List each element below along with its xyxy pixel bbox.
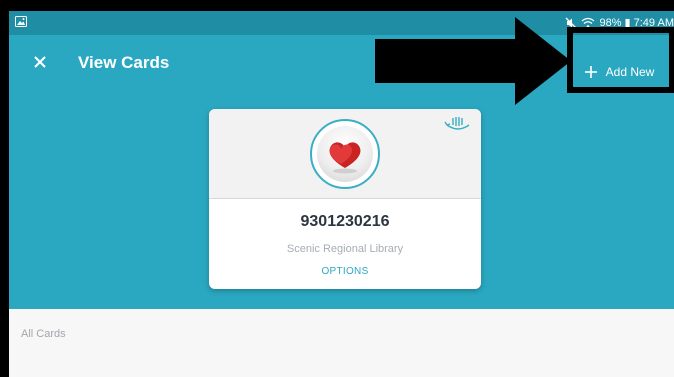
flip-card-icon[interactable] [443, 115, 473, 133]
library-logo [310, 119, 380, 189]
card-options-link[interactable]: OPTIONS [209, 266, 481, 277]
close-icon[interactable] [29, 51, 51, 73]
page-title: View Cards [78, 53, 170, 72]
library-card[interactable]: 9301230216 Scenic Regional Library OPTIO… [209, 109, 481, 289]
gallery-icon [15, 16, 27, 27]
annotation-highlight-box [567, 27, 674, 93]
all-cards-panel: All Cards [9, 309, 674, 377]
card-number: 9301230216 [300, 213, 390, 230]
card-header [209, 109, 481, 199]
library-name: Scenic Regional Library [286, 243, 404, 255]
all-cards-label: All Cards [21, 328, 66, 340]
app-screen: 98% ▮ 7:49 AM View Cards Add New 9301230… [9, 11, 674, 377]
hearts-logo-icon [329, 142, 361, 174]
logo-background [317, 126, 373, 182]
annotation-arrow [375, 17, 571, 105]
